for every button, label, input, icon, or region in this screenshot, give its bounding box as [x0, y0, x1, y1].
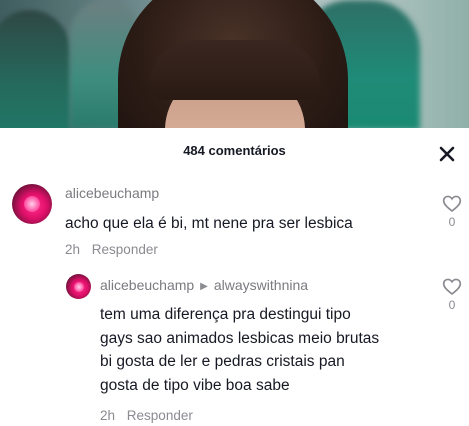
close-button[interactable] — [436, 143, 458, 165]
reply-time: 2h — [100, 408, 116, 423]
reply-text-line: bi gosta de ler e pedras cristais pan — [100, 353, 345, 370]
like-count: 0 — [448, 215, 456, 229]
video-frame[interactable] — [0, 0, 469, 128]
comments-header: 484 comentários — [0, 128, 469, 174]
comment-time: 2h — [65, 242, 81, 257]
reply-button[interactable]: Responder — [127, 408, 193, 423]
background-person — [0, 10, 70, 128]
comment-meta: 2h Responder — [65, 242, 158, 257]
reply-username[interactable]: alicebeuchamp — [100, 277, 194, 293]
reply-text-line: gosta de tipo vibe boa sabe — [100, 376, 290, 394]
reply-text: tem uma diferença pra destingui tipo gay… — [100, 303, 379, 397]
reply-username-line: alicebeuchamp ▶ alwayswithnina — [100, 277, 308, 293]
like-count: 0 — [448, 298, 456, 312]
close-icon — [439, 146, 455, 162]
play-triangle-icon: ▶ — [200, 281, 208, 292]
comment-text: acho que ela é bi, mt nene pra ser lesbi… — [65, 215, 353, 232]
like-button[interactable]: 0 — [441, 277, 463, 312]
heart-outline-icon — [442, 195, 462, 213]
reply-meta: 2h Responder — [100, 408, 193, 423]
avatar[interactable] — [66, 274, 91, 299]
heart-outline-icon — [442, 278, 462, 296]
comment-username[interactable]: alicebeuchamp — [65, 185, 159, 201]
avatar[interactable] — [12, 184, 52, 224]
reply-to-username[interactable]: alwayswithnina — [214, 277, 308, 293]
comments-panel: 484 comentários alicebeuchamp acho que e… — [0, 128, 469, 426]
reply-text-line: tem uma diferença pra destingui tipo — [100, 306, 351, 323]
reply-text-line: gays sao animados lesbicas meio brutas — [100, 329, 380, 347]
reply-button[interactable]: Responder — [92, 242, 158, 257]
like-button[interactable]: 0 — [441, 194, 463, 229]
subject-bangs — [150, 40, 320, 100]
comment-count-title: 484 comentários — [183, 143, 286, 158]
